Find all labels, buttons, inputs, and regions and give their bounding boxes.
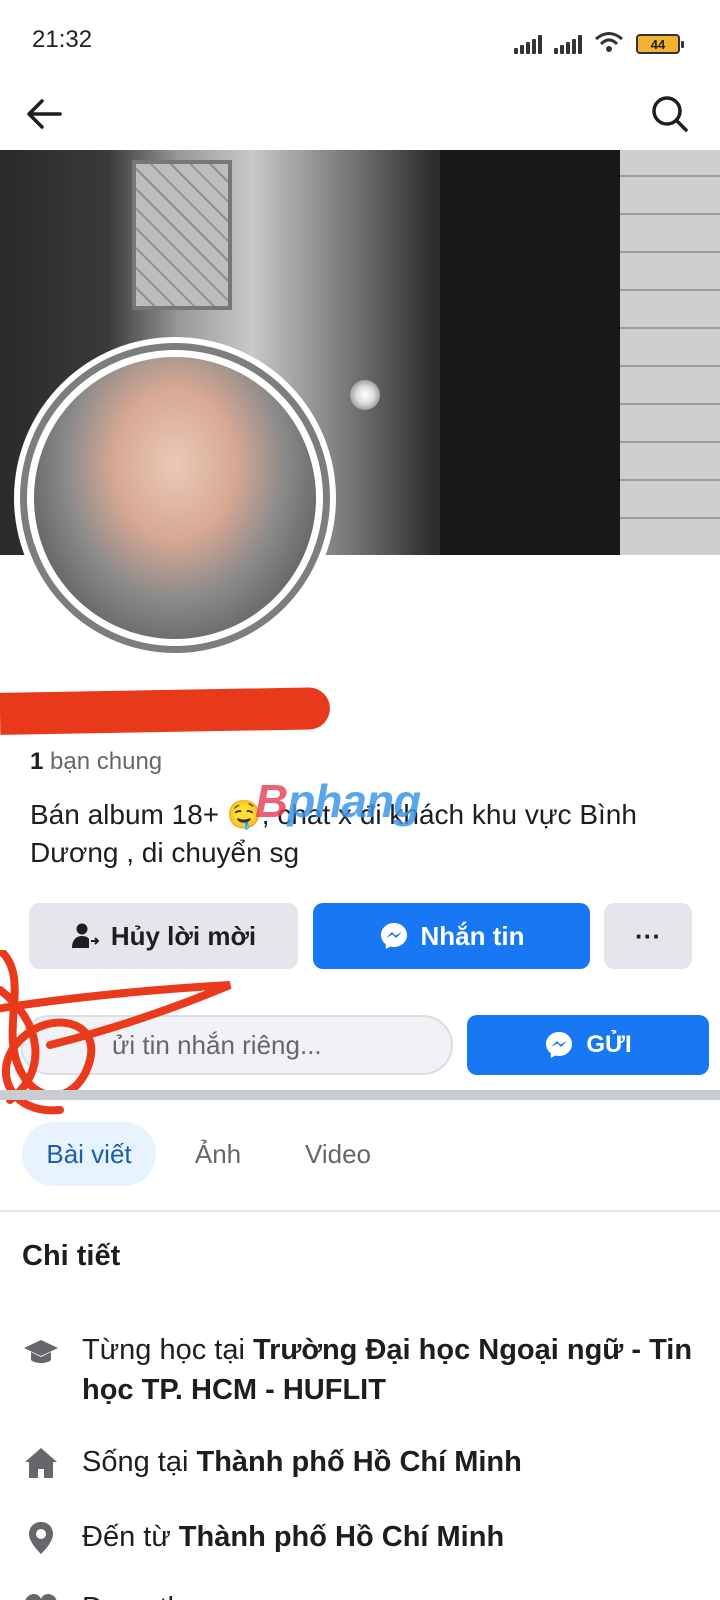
top-nav bbox=[0, 84, 720, 148]
tabs-divider bbox=[0, 1210, 720, 1212]
cover-window-shape bbox=[132, 160, 232, 310]
cover-lamp-shape bbox=[350, 380, 380, 410]
avatar-photo bbox=[34, 357, 316, 639]
person-cancel-icon bbox=[71, 923, 99, 948]
profile-avatar[interactable] bbox=[14, 337, 336, 659]
more-options-label: ··· bbox=[635, 920, 661, 951]
mutual-friends-count: 1 bbox=[30, 748, 44, 775]
cover-door-shape bbox=[440, 150, 620, 555]
search-icon[interactable] bbox=[646, 90, 694, 138]
mutual-friends[interactable]: 1 bạn chung bbox=[30, 748, 162, 776]
heart-icon bbox=[25, 1594, 57, 1600]
details-heading: Chi tiết bbox=[22, 1240, 121, 1272]
detail-from[interactable]: Đến từ Thành phố Hồ Chí Minh bbox=[22, 1517, 702, 1557]
detail-partial-text: Đang thu... bbox=[82, 1588, 224, 1600]
wifi-icon bbox=[595, 32, 623, 52]
graduation-cap-icon bbox=[24, 1340, 58, 1363]
redacted-profile-name bbox=[0, 687, 331, 735]
detail-from-text: Đến từ Thành phố Hồ Chí Minh bbox=[82, 1521, 505, 1553]
detail-education[interactable]: Từng học tại Trường Đại học Ngoại ngữ - … bbox=[22, 1330, 702, 1410]
status-icons: 44 bbox=[514, 30, 684, 54]
send-label: GỬI bbox=[586, 1031, 632, 1058]
signal-icon bbox=[514, 34, 542, 54]
detail-education-text: Từng học tại Trường Đại học Ngoại ngữ - … bbox=[82, 1334, 693, 1406]
status-time: 21:32 bbox=[32, 26, 93, 53]
status-bar: 21:32 44 bbox=[0, 0, 720, 84]
avatar-story-ring bbox=[20, 343, 330, 653]
detail-partial[interactable]: Đang thu... bbox=[22, 1588, 702, 1600]
detail-lives-in[interactable]: Sống tại Thành phố Hồ Chí Minh bbox=[22, 1442, 702, 1482]
mutual-friends-label: bạn chung bbox=[50, 748, 163, 775]
message-label: Nhắn tin bbox=[420, 920, 525, 951]
tab-videos[interactable]: Video bbox=[290, 1122, 386, 1186]
tab-posts[interactable]: Bài viết bbox=[22, 1122, 156, 1186]
messenger-icon bbox=[380, 923, 407, 949]
cover-tiles-shape bbox=[620, 150, 720, 555]
signal-icon-2 bbox=[554, 34, 582, 54]
cancel-request-label: Hủy lời mời bbox=[110, 920, 257, 951]
arrow-left-icon[interactable] bbox=[20, 90, 68, 138]
messenger-icon bbox=[546, 1032, 573, 1058]
section-divider bbox=[0, 1090, 720, 1100]
send-button[interactable]: GỬI bbox=[467, 1015, 709, 1075]
more-options-button[interactable]: ··· bbox=[604, 903, 692, 969]
location-pin-icon bbox=[29, 1522, 53, 1554]
tab-photos[interactable]: Ảnh bbox=[175, 1122, 261, 1186]
message-button[interactable]: Nhắn tin bbox=[313, 903, 590, 969]
battery-icon: 44 bbox=[636, 34, 684, 54]
watermark-logo: Bphang bbox=[255, 775, 421, 827]
detail-lives-text: Sống tại Thành phố Hồ Chí Minh bbox=[82, 1446, 522, 1478]
home-icon bbox=[25, 1448, 57, 1478]
